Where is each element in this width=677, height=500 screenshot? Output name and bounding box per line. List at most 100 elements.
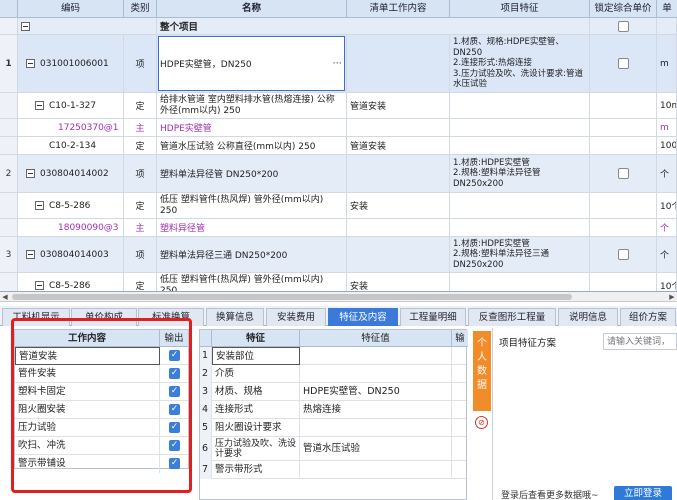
login-button[interactable]: 立即登录 (614, 486, 672, 500)
work-item-row[interactable]: 压力试验 ✓ (15, 419, 188, 437)
feature-name[interactable]: 阻火圈设计要求 (212, 419, 300, 437)
scroll-left-icon[interactable]: ◀ (1, 293, 9, 301)
feature-name[interactable]: 材质、规格 (212, 383, 300, 401)
alert-icon[interactable]: ⊘ (475, 416, 488, 429)
quota-row[interactable]: C8-5-286 定 低压 塑料管件(热风焊) 管外径(mm以内) 250 安装… (0, 273, 677, 291)
item-name[interactable]: 给排水管道 室内塑料排水管(热熔连接) 公称外径(mm以内) 250 (157, 93, 347, 118)
work-item-label[interactable]: 管件安装 (15, 365, 160, 383)
bill-row[interactable]: 1 031001006001 项 HDPE实壁管，DN250 ··· 1.材质、… (0, 35, 677, 93)
item-feature[interactable]: 1.材质:HDPE实壁管 2.规格:塑料单法异径三通DN250x200 (450, 237, 590, 272)
collapse-toggle[interactable] (21, 21, 30, 31)
more-icon[interactable]: ··· (332, 58, 342, 69)
item-feature[interactable]: 1.材质、规格:HDPE实壁管、DN250 2.连接形式:热熔连接 3.压力试验… (450, 35, 590, 92)
collapse-toggle[interactable] (35, 101, 44, 110)
horizontal-scrollbar[interactable]: ◀ ▶ (0, 292, 677, 302)
item-name[interactable]: 低压 塑料管件(热风焊) 管外径(mm以内) 250 (157, 273, 347, 291)
work-item-row[interactable]: 阻火圈安装 ✓ (15, 401, 188, 419)
item-code[interactable]: C10-2-134 (18, 137, 124, 154)
item-name[interactable]: 管道水压试验 公称直径(mm以内) 250 (157, 137, 347, 154)
output-checkbox[interactable]: ✓ (169, 458, 180, 469)
feature-row[interactable]: 2 介质 (200, 365, 466, 383)
feature-value[interactable]: 管道水压试验 (300, 437, 452, 461)
work-item-label[interactable]: 阻火圈安装 (15, 401, 160, 419)
work-item-label[interactable]: 压力试验 (15, 419, 160, 437)
tab-features-content[interactable]: 特征及内容 (328, 308, 398, 326)
collapse-toggle[interactable] (35, 281, 44, 290)
bill-row[interactable]: 3 030804014003 项 塑料单法异径三通 DN250*200 1.材质… (0, 237, 677, 273)
feature-row[interactable]: 3 材质、规格 HDPE实壁管、DN250 (200, 383, 466, 401)
work-item-row[interactable]: 管道安装 ✓ (15, 347, 188, 365)
output-checkbox[interactable]: ✓ (169, 440, 180, 451)
feature-name[interactable]: 安装部位 (212, 347, 300, 365)
feature-name[interactable]: 警示带形式 (212, 461, 300, 479)
item-code[interactable]: 030804014002 (40, 169, 109, 179)
feature-value[interactable] (300, 461, 452, 479)
tab-quantity-detail[interactable]: 工程量明细 (400, 308, 466, 326)
item-feature[interactable]: 1.材质:HDPE实壁管 2.规格:塑料单法异径管DN250x200 (450, 155, 590, 192)
work-item-row[interactable]: 吹扫、冲洗 ✓ (15, 437, 188, 455)
feature-value[interactable]: HDPE实壁管、DN250 (300, 383, 452, 401)
feature-row[interactable]: 6 压力试验及吹、洗设计要求 管道水压试验 (200, 437, 466, 461)
quota-row[interactable]: C8-5-286 定 低压 塑料管件(热风焊) 管外径(mm以内) 250 安装… (0, 193, 677, 219)
tab-conversion-info[interactable]: 换算信息 (206, 308, 264, 326)
collapse-toggle[interactable] (26, 59, 35, 68)
tab-pricing-scheme[interactable]: 组价方案 (620, 308, 676, 326)
item-code[interactable]: 17250370@1 (18, 119, 124, 136)
tab-reverse-check[interactable]: 反查图形工程量 (468, 308, 556, 326)
bill-row[interactable]: 2 030804014002 项 塑料单法异径管 DN250*200 1.材质:… (0, 155, 677, 193)
output-checkbox[interactable]: ✓ (169, 422, 180, 433)
material-row[interactable]: 18090090@3 主 塑料异径管 个 (0, 219, 677, 237)
lock-checkbox[interactable] (617, 249, 629, 260)
feature-value[interactable] (300, 419, 452, 437)
header-name[interactable]: 名称 (157, 0, 347, 18)
item-code[interactable]: 18090090@3 (18, 219, 124, 236)
feature-name[interactable]: 介质 (212, 365, 300, 383)
item-code[interactable]: C8-5-286 (49, 281, 90, 291)
work-item-row[interactable]: 管件安装 ✓ (15, 365, 188, 383)
project-group-row[interactable]: 整个项目 (0, 18, 677, 35)
item-code[interactable]: 031001006001 (40, 59, 109, 69)
item-name[interactable]: 低压 塑料管件(热风焊) 管外径(mm以内) 250 (157, 193, 347, 218)
feature-name[interactable]: 连接形式 (212, 401, 300, 419)
item-name[interactable]: HDPE实壁管 (157, 119, 347, 136)
item-work[interactable]: 管道安装 (347, 137, 450, 154)
feature-name[interactable]: 压力试验及吹、洗设计要求 (212, 437, 300, 461)
feature-row[interactable]: 5 阻火圈设计要求 (200, 419, 466, 437)
collapse-toggle[interactable] (26, 250, 35, 259)
scroll-right-icon[interactable]: ▶ (668, 293, 676, 301)
item-work[interactable] (347, 35, 450, 92)
item-name[interactable]: 塑料单法异径管 DN250*200 (157, 155, 347, 192)
tab-description[interactable]: 说明信息 (558, 308, 618, 326)
feature-row[interactable]: 7 警示带形式 (200, 461, 466, 479)
header-feature[interactable]: 项目特征 (450, 0, 590, 18)
header-code[interactable]: 编码 (18, 0, 124, 18)
header-unit[interactable]: 单 (657, 0, 677, 18)
tab-install-fee[interactable]: 安装费用 (266, 308, 326, 326)
header-lock-price[interactable]: 锁定综合单价 (590, 0, 657, 18)
material-row[interactable]: 17250370@1 主 HDPE实壁管 m (0, 119, 677, 137)
output-checkbox[interactable]: ✓ (169, 404, 180, 415)
personal-data-tab[interactable]: 个人数据 (473, 331, 491, 411)
item-code[interactable]: 030804014003 (40, 250, 109, 260)
lock-checkbox[interactable] (617, 168, 629, 179)
scroll-thumb[interactable] (12, 294, 572, 300)
tab-unit-price[interactable]: 单价构成 (71, 308, 137, 326)
work-item-row[interactable]: 警示带铺设 ✓ (15, 455, 188, 473)
work-item-label[interactable]: 警示带铺设 (15, 455, 160, 473)
quota-row[interactable]: C10-1-327 定 给排水管道 室内塑料排水管(热熔连接) 公称外径(mm以… (0, 93, 677, 119)
feature-row[interactable]: 1 安装部位 (200, 347, 466, 365)
collapse-toggle[interactable] (26, 169, 35, 178)
work-item-label[interactable]: 塑料卡固定 (15, 383, 160, 401)
feature-value[interactable] (300, 347, 452, 365)
header-category[interactable]: 类别 (124, 0, 157, 18)
scheme-search-input[interactable] (603, 333, 677, 350)
item-work[interactable]: 安装 (347, 273, 450, 291)
item-name[interactable]: 塑料异径管 (157, 219, 347, 236)
item-work[interactable] (347, 155, 450, 192)
output-checkbox[interactable]: ✓ (169, 350, 180, 361)
lock-checkbox[interactable] (617, 58, 629, 69)
work-item-label[interactable]: 吹扫、冲洗 (15, 437, 160, 455)
tab-standard-conversion[interactable]: 标准换算 (138, 308, 204, 326)
work-item-label[interactable]: 管道安装 (15, 347, 160, 365)
item-code[interactable]: C8-5-286 (49, 201, 90, 211)
